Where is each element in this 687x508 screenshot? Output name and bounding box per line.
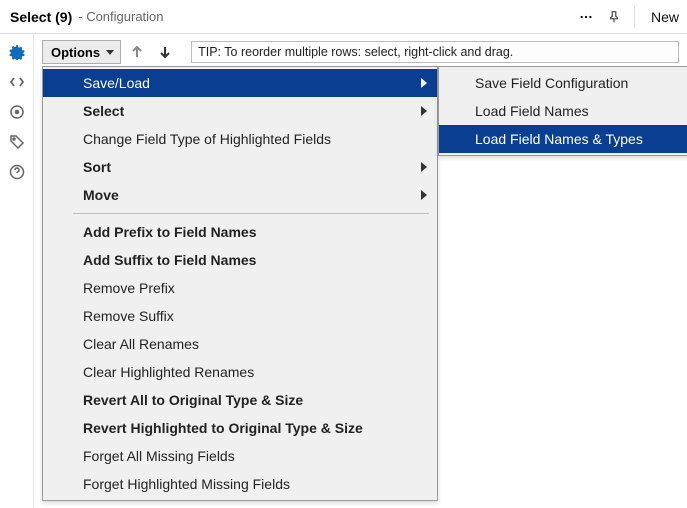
target-icon[interactable]: [7, 102, 27, 122]
move-down-button[interactable]: [153, 40, 177, 64]
save-load-submenu: Save Field Configuration Load Field Names…: [438, 66, 687, 156]
submenu-item-label: Load Field Names: [475, 103, 589, 119]
menu-item-label: Save/Load: [83, 75, 150, 91]
menu-item[interactable]: Add Suffix to Field Names: [43, 246, 437, 274]
submenu-item-label: Save Field Configuration: [475, 75, 628, 91]
new-button[interactable]: New: [651, 9, 679, 25]
menu-item[interactable]: Remove Suffix: [43, 302, 437, 330]
menu-item-label: Revert Highlighted to Original Type & Si…: [83, 420, 363, 436]
menu-item-label: Revert All to Original Type & Size: [83, 392, 303, 408]
menu-item[interactable]: Select: [43, 97, 437, 125]
chevron-right-icon: [421, 162, 427, 172]
menu-item[interactable]: Move: [43, 181, 437, 209]
divider: [634, 6, 635, 28]
menu-item[interactable]: Change Field Type of Highlighted Fields: [43, 125, 437, 153]
move-up-button[interactable]: [125, 40, 149, 64]
chevron-right-icon: [421, 190, 427, 200]
menu-item-label: Forget Highlighted Missing Fields: [83, 476, 290, 492]
menu-item[interactable]: Forget All Missing Fields: [43, 442, 437, 470]
window-subtitle: - Configuration: [78, 9, 163, 24]
menu-item[interactable]: Forget Highlighted Missing Fields: [43, 470, 437, 498]
menu-item-label: Clear All Renames: [83, 336, 199, 352]
tag-icon[interactable]: [7, 132, 27, 152]
menu-item[interactable]: Revert All to Original Type & Size: [43, 386, 437, 414]
menu-item[interactable]: Clear All Renames: [43, 330, 437, 358]
menu-item[interactable]: Remove Prefix: [43, 274, 437, 302]
caret-down-icon: [106, 50, 114, 55]
options-button[interactable]: Options: [42, 40, 121, 64]
menu-item-label: Move: [83, 187, 119, 203]
gear-icon[interactable]: [7, 42, 27, 62]
menu-item[interactable]: Save/Load: [43, 69, 437, 97]
submenu-item[interactable]: Load Field Names: [439, 97, 687, 125]
options-menu: Save/Load Select Change Field Type of High…: [42, 66, 438, 501]
menu-item[interactable]: Sort: [43, 153, 437, 181]
title-bar: Select (9) - Configuration New: [0, 0, 687, 34]
menu-separator: [73, 213, 429, 214]
window-title: Select (9): [10, 9, 72, 25]
tip-text: TIP: To reorder multiple rows: select, r…: [191, 41, 679, 63]
main-panel: Options TIP: To reorder multiple rows: s…: [34, 34, 687, 508]
menu-item[interactable]: Add Prefix to Field Names: [43, 218, 437, 246]
pin-icon[interactable]: [600, 3, 628, 31]
menu-item-label: Remove Suffix: [83, 308, 174, 324]
menu-item-label: Forget All Missing Fields: [83, 448, 235, 464]
submenu-item[interactable]: Save Field Configuration: [439, 69, 687, 97]
menu-item-label: Select: [83, 103, 124, 119]
submenu-item[interactable]: Load Field Names & Types: [439, 125, 687, 153]
menu-item-label: Clear Highlighted Renames: [83, 364, 254, 380]
menu-item-label: Change Field Type of Highlighted Fields: [83, 131, 331, 147]
submenu-item-label: Load Field Names & Types: [475, 131, 643, 147]
options-label: Options: [51, 45, 100, 60]
menu-item-label: Remove Prefix: [83, 280, 175, 296]
help-icon[interactable]: [7, 162, 27, 182]
toolbar: Options TIP: To reorder multiple rows: s…: [42, 40, 679, 64]
left-icon-bar: [0, 34, 34, 508]
chevron-right-icon: [421, 78, 427, 88]
menu-item-label: Add Suffix to Field Names: [83, 252, 256, 268]
menu-item-label: Sort: [83, 159, 111, 175]
more-options-icon[interactable]: [572, 3, 600, 31]
chevron-right-icon: [421, 106, 427, 116]
menu-item-label: Add Prefix to Field Names: [83, 224, 256, 240]
menu-item[interactable]: Clear Highlighted Renames: [43, 358, 437, 386]
code-icon[interactable]: [7, 72, 27, 92]
menu-item[interactable]: Revert Highlighted to Original Type & Si…: [43, 414, 437, 442]
